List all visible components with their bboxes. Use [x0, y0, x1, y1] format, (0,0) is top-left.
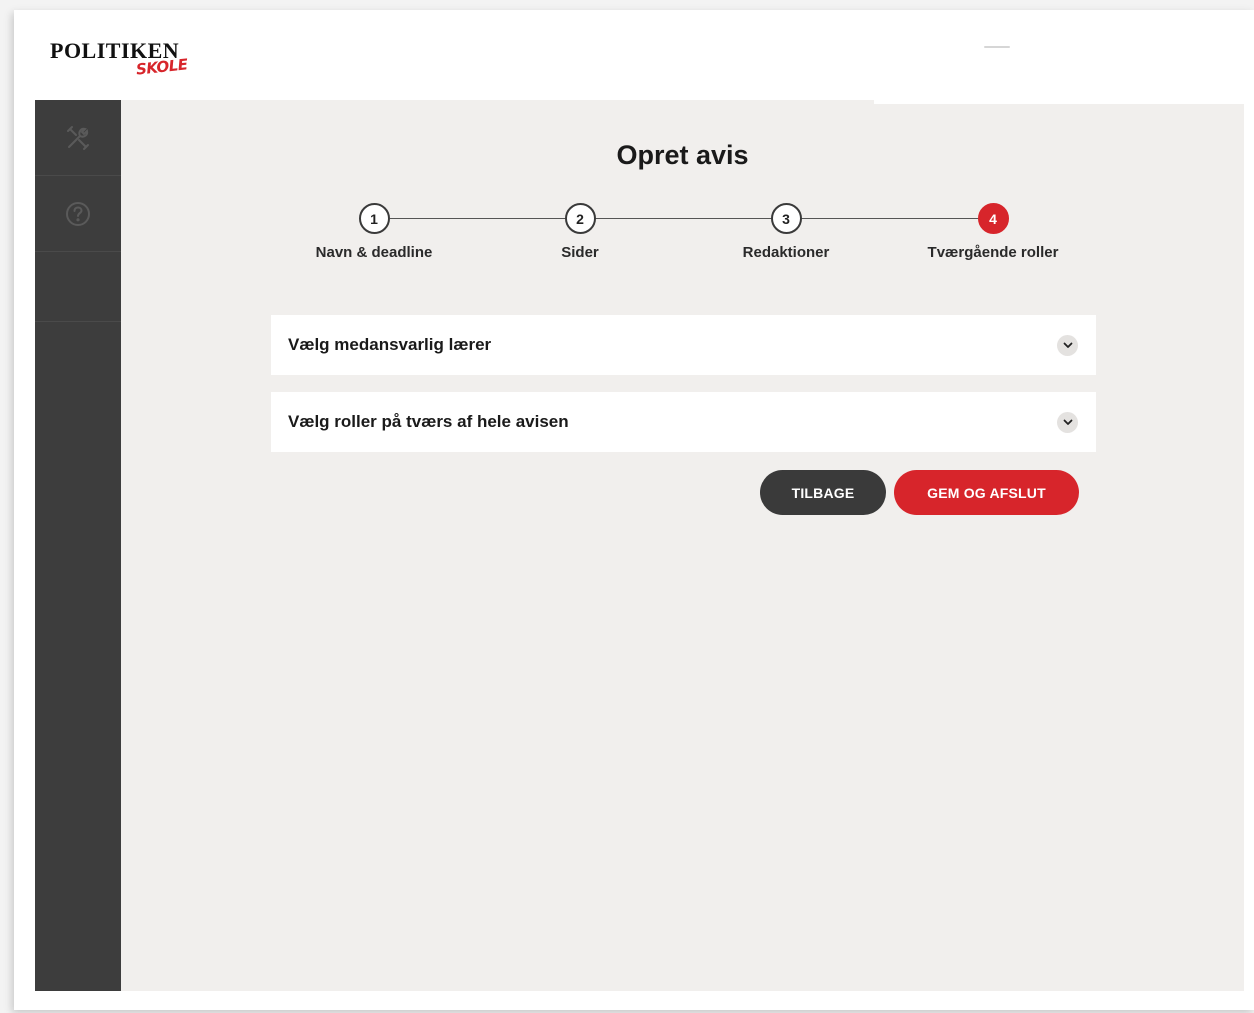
save-and-finish-button[interactable]: GEM OG AFSLUT — [894, 470, 1079, 515]
chevron-down-icon[interactable] — [1057, 334, 1078, 356]
step-4[interactable]: 4 Tværgående roller — [903, 203, 1083, 261]
help-icon — [64, 200, 92, 228]
step-label: Sider — [561, 244, 599, 261]
step-label: Navn & deadline — [315, 244, 433, 261]
politiken-skole-logo[interactable]: POLITIKEN SKOLE — [50, 38, 210, 88]
sidebar-item-help[interactable] — [35, 176, 121, 252]
step-label: Redaktioner — [742, 244, 830, 261]
step-label: Tværgående roller — [927, 244, 1059, 261]
accordion-label: Vælg roller på tværs af hele avisen — [288, 412, 569, 431]
step-3[interactable]: 3 Redaktioner — [696, 203, 876, 261]
back-button[interactable]: TILBAGE — [760, 470, 886, 515]
tools-icon — [64, 124, 92, 152]
step-number: 1 — [358, 203, 390, 234]
step-1[interactable]: 1 Navn & deadline — [284, 203, 464, 261]
accordion-label: Vælg medansvarlig lærer — [288, 335, 492, 354]
page-title: Opret avis — [616, 140, 749, 170]
header-strip — [874, 100, 1244, 104]
header-divider — [984, 46, 1010, 48]
logo-subtitle: SKOLE — [135, 55, 189, 79]
chevron-down-icon[interactable] — [1057, 411, 1078, 433]
accordion-co-teacher[interactable]: Vælg medansvarlig lærer — [271, 315, 1096, 375]
step-number: 3 — [770, 203, 802, 234]
step-number: 2 — [564, 203, 596, 234]
step-2[interactable]: 2 Sider — [490, 203, 670, 261]
main-content: Opret avis 1 Navn & deadline 2 Sider 3 R… — [121, 100, 1244, 991]
step-number: 4 — [977, 203, 1009, 234]
sidebar — [35, 100, 121, 991]
sidebar-item-empty — [35, 252, 121, 322]
sidebar-item-tools[interactable] — [35, 100, 121, 176]
accordion-cross-roles[interactable]: Vælg roller på tværs af hele avisen — [271, 392, 1096, 452]
